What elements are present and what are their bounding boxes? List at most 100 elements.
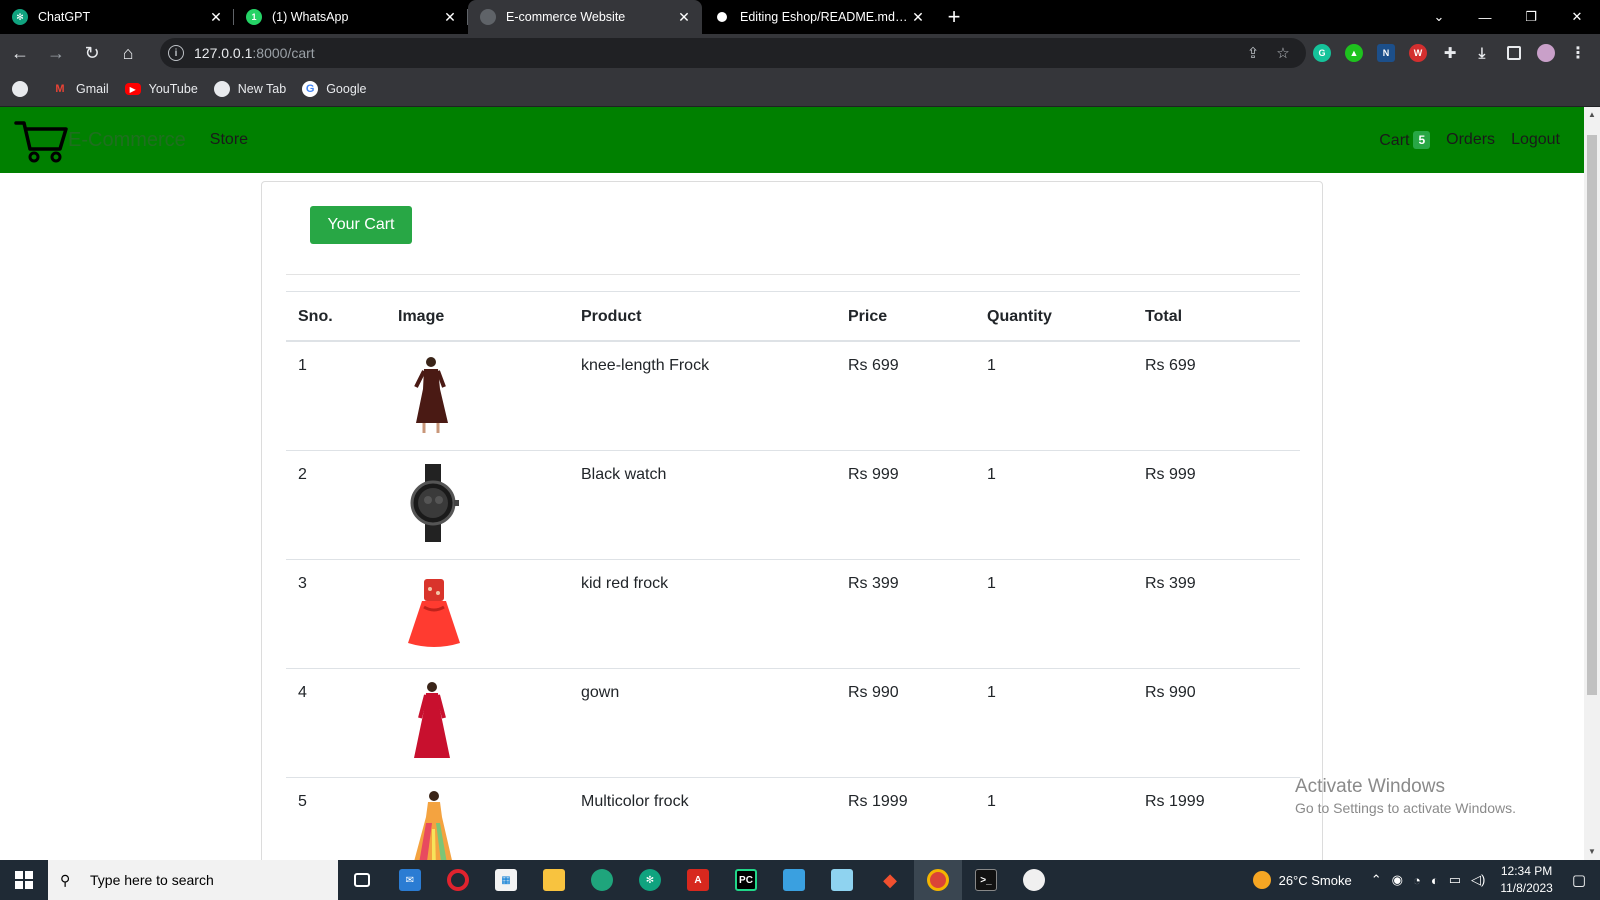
table-row: 5 Multicolor frock Rs 1999 1 Rs 1999	[286, 777, 1300, 860]
youtube-icon: ▶	[124, 83, 141, 95]
close-window-button[interactable]: ✕	[1554, 0, 1600, 34]
nav-cart[interactable]: Cart 5	[1379, 130, 1431, 150]
cart-table: Sno. Image Product Price Quantity Total …	[286, 291, 1300, 860]
brand-link[interactable]: E-Commerce	[14, 117, 186, 163]
nav-logout[interactable]: Logout	[1511, 131, 1560, 149]
notification-icon[interactable]: ▢	[1572, 871, 1586, 889]
cell-price: Rs 1999	[836, 777, 975, 860]
info-icon[interactable]: i	[168, 45, 184, 61]
microsoft-store-icon[interactable]: ▦	[482, 860, 530, 900]
close-icon[interactable]: ✕	[676, 9, 692, 26]
tab-ecommerce[interactable]: E-commerce Website ✕	[468, 0, 702, 34]
weather-widget[interactable]: 26°C Smoke	[1252, 871, 1352, 889]
table-row: 2 Black watch Rs 999 1 Rs 999	[286, 450, 1300, 560]
product-image-multicolor-frock	[414, 791, 452, 860]
pycharm-icon[interactable]: PC	[722, 860, 770, 900]
grammarly-icon[interactable]: G	[1306, 38, 1338, 68]
star-icon[interactable]: ☆	[1268, 44, 1298, 62]
bookmark-gmail[interactable]: M Gmail	[52, 81, 108, 97]
battery-icon[interactable]: ▭	[1449, 872, 1461, 888]
bookmark-label: YouTube	[148, 82, 198, 96]
nav-store[interactable]: Store	[210, 131, 248, 149]
forward-icon[interactable]: →	[40, 37, 72, 69]
product-image-brown-frock	[414, 357, 448, 433]
close-icon[interactable]: ✕	[442, 9, 458, 26]
tab-title: Editing Eshop/README.md at m	[740, 10, 910, 24]
bookmark-youtube[interactable]: ▶ YouTube	[124, 82, 198, 96]
menu-kebab-icon[interactable]: ⋮	[1562, 38, 1594, 68]
profile-avatar[interactable]	[1530, 38, 1562, 68]
mail-icon[interactable]: ✉	[386, 860, 434, 900]
extensions-puzzle-icon[interactable]: ✚	[1434, 38, 1466, 68]
tab-title: (1) WhatsApp	[272, 10, 349, 24]
clock-date: 11/8/2023	[1500, 881, 1553, 895]
back-icon[interactable]: ←	[4, 37, 36, 69]
whatsapp-icon: 1	[246, 9, 262, 25]
record-icon[interactable]: ◉	[1392, 872, 1403, 888]
download-icon[interactable]: ⤓	[1466, 38, 1498, 68]
extension-n-icon[interactable]: N	[1370, 38, 1402, 68]
opera-icon[interactable]	[434, 860, 482, 900]
cell-price: Rs 399	[836, 559, 975, 669]
windows-start-icon[interactable]	[0, 860, 48, 900]
bookmark-newtab[interactable]: New Tab	[213, 81, 286, 97]
bookmark-apps[interactable]	[12, 81, 36, 97]
extension-green-icon[interactable]: ▲	[1338, 38, 1370, 68]
scroll-up-icon[interactable]: ▲	[1584, 107, 1600, 123]
chrome-icon[interactable]	[914, 860, 962, 900]
paint-icon[interactable]	[1010, 860, 1058, 900]
cell-price: Rs 699	[836, 341, 975, 451]
tab-github[interactable]: Editing Eshop/README.md at m ✕	[702, 0, 936, 34]
tab-whatsapp[interactable]: 1 (1) WhatsApp ✕	[234, 0, 468, 34]
notes-app-icon[interactable]	[818, 860, 866, 900]
chatgpt-app-icon[interactable]: ✻	[626, 860, 674, 900]
close-icon[interactable]: ✕	[208, 9, 224, 26]
nav-cart-label: Cart	[1379, 131, 1410, 149]
reload-icon[interactable]: ↻	[76, 37, 108, 69]
new-tab-button[interactable]: +	[936, 0, 972, 34]
tab-chatgpt[interactable]: ✻ ChatGPT ✕	[0, 0, 234, 34]
control-panel-icon[interactable]	[770, 860, 818, 900]
bookmark-label: Google	[326, 82, 367, 96]
weather-sun-icon	[1252, 871, 1271, 889]
page-scrollbar[interactable]: ▲ ▼	[1584, 107, 1600, 860]
bookmark-google[interactable]: G Google	[302, 81, 367, 97]
scroll-down-icon[interactable]: ▼	[1584, 844, 1600, 860]
col-total: Total	[1133, 291, 1300, 342]
globe-icon	[213, 81, 230, 97]
tab-search-icon[interactable]: ⌄	[1416, 0, 1462, 34]
task-view-icon[interactable]	[338, 860, 386, 900]
nav-orders[interactable]: Orders	[1446, 131, 1495, 149]
your-cart-button[interactable]: Your Cart	[310, 206, 412, 244]
side-panel-icon[interactable]	[1498, 38, 1530, 68]
edge-icon[interactable]	[578, 860, 626, 900]
cell-price: Rs 999	[836, 450, 975, 560]
volume-icon[interactable]: ◁)	[1471, 872, 1485, 888]
cell-product: kid red frock	[569, 559, 836, 669]
cell-image	[386, 777, 569, 860]
share-icon[interactable]: ⇪	[1238, 44, 1268, 62]
product-image-black-watch	[410, 464, 459, 542]
table-row: 3 kid red frock Rs 399 1 Rs 399	[286, 559, 1300, 669]
google-icon: G	[302, 81, 319, 97]
minimize-button[interactable]: —	[1462, 0, 1508, 34]
cell-sno: 3	[286, 559, 386, 669]
chevron-up-icon[interactable]: ⌃	[1371, 872, 1382, 888]
clock[interactable]: 12:34 PM 11/8/2023	[1500, 863, 1553, 897]
scrollbar-thumb[interactable]	[1587, 135, 1597, 695]
extension-wn-icon[interactable]: W	[1402, 38, 1434, 68]
taskbar-search[interactable]: ⚲ Type here to search	[48, 860, 338, 900]
github-icon	[714, 9, 730, 25]
git-icon[interactable]: ◆	[866, 860, 914, 900]
wifi-icon[interactable]: ◔	[1413, 873, 1421, 888]
file-explorer-icon[interactable]	[530, 860, 578, 900]
bookmarks-bar: M Gmail ▶ YouTube New Tab G Google	[0, 72, 1600, 107]
home-icon[interactable]: ⌂	[112, 37, 144, 69]
address-bar[interactable]: i 127.0.0.1:8000/cart ⇪ ☆	[160, 38, 1306, 68]
cart-count-badge: 5	[1413, 130, 1431, 149]
acrobat-icon[interactable]: A	[674, 860, 722, 900]
close-icon[interactable]: ✕	[910, 9, 926, 26]
terminal-icon[interactable]: >_	[962, 860, 1010, 900]
restore-button[interactable]: ❐	[1508, 0, 1554, 34]
meet-icon[interactable]: ◐	[1431, 873, 1439, 888]
